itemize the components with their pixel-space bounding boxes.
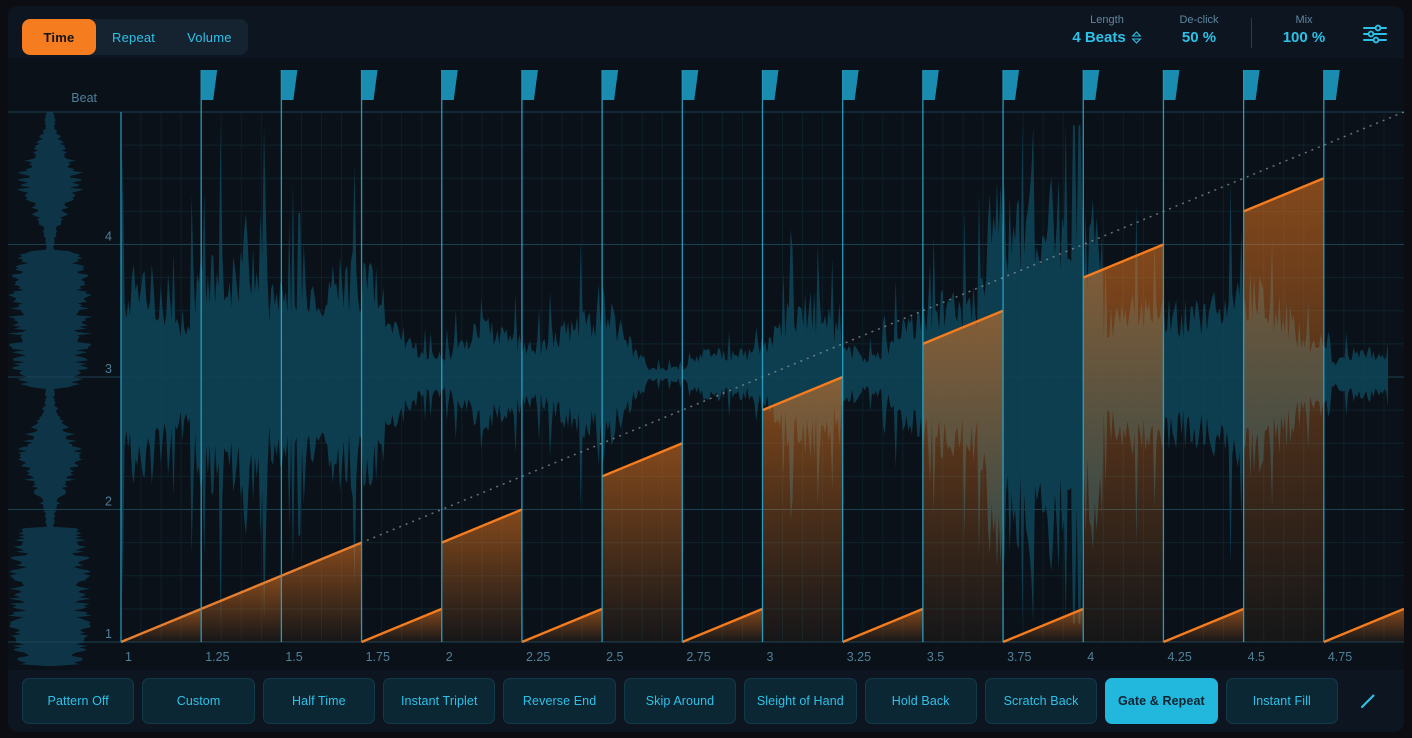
y-axis-title: Beat: [71, 91, 97, 105]
tab-label: Repeat: [112, 29, 156, 45]
tab-time[interactable]: Time: [22, 19, 96, 55]
pencil-glyph: [1360, 694, 1375, 709]
preset-pattern-off[interactable]: Pattern Off: [22, 678, 135, 724]
preset-button-group: Pattern Off Custom Half Time Instant Triple…: [22, 678, 1338, 724]
y-tick-label: 1: [105, 627, 112, 641]
x-tick-label: 1: [125, 650, 132, 664]
preset-skip-around[interactable]: Skip Around: [623, 678, 737, 724]
x-tick-label: 2: [446, 650, 453, 664]
ramp-fill: [762, 377, 843, 642]
y-tick-label: 2: [105, 495, 112, 509]
x-tick-label: 4.75: [1328, 650, 1352, 664]
preset-label: Reverse End: [522, 694, 597, 708]
preset-hold-back[interactable]: Hold Back: [864, 678, 977, 724]
ramp-fill: [922, 310, 1004, 642]
param-declick[interactable]: De-click 50 %: [1153, 14, 1245, 46]
mode-tab-group: Time Repeat Volume: [22, 19, 248, 55]
preset-label: Instant Fill: [1252, 694, 1311, 708]
ramp-fill: [1083, 244, 1164, 642]
param-value: 4 Beats: [1072, 29, 1126, 46]
tab-label: Volume: [187, 29, 232, 45]
tab-volume[interactable]: Volume: [171, 19, 248, 55]
param-value: 100 %: [1282, 29, 1326, 46]
preset-label: Scratch Back: [1003, 694, 1079, 708]
preset-gate-repeat[interactable]: Gate & Repeat: [1105, 678, 1218, 724]
y-tick-label: 3: [105, 362, 112, 376]
sliders-glyph: [1363, 24, 1387, 44]
x-tick-label: 3.75: [1007, 650, 1031, 664]
param-label: De-click: [1179, 14, 1219, 26]
preset-half-time[interactable]: Half Time: [262, 678, 376, 724]
x-tick-label: 2.75: [686, 650, 710, 664]
preset-label: Custom: [176, 694, 221, 708]
y-tick-label: 4: [105, 230, 112, 244]
preset-sleight-of-hand[interactable]: Sleight of Hand: [744, 678, 857, 724]
x-tick-label: 3.5: [927, 650, 944, 664]
param-value-row[interactable]: 50 %: [1182, 29, 1216, 46]
time-map-chart[interactable]: Beat 1 2 3 4 1 1.25 1.5 1.75 2 2.25 2.5 2.75 3 3.25 3.5…: [8, 58, 1404, 670]
x-tick-label: 1.5: [285, 650, 302, 664]
preset-label: Half Time: [292, 694, 346, 708]
x-tick-label: 2.25: [526, 650, 550, 664]
param-value-row[interactable]: 100 %: [1283, 29, 1326, 46]
preset-label: Skip Around: [645, 694, 715, 708]
preset-label: Instant Triplet: [400, 694, 478, 708]
param-value: 50 %: [1181, 29, 1217, 46]
x-tick-label: 1.25: [205, 650, 229, 664]
x-tick-label: 4.5: [1248, 650, 1265, 664]
preset-scratch-back[interactable]: Scratch Back: [984, 678, 1098, 724]
stepper-glyph: [1131, 31, 1142, 44]
preset-label: Hold Back: [891, 694, 950, 708]
x-tick-label: 3: [767, 650, 774, 664]
chart-canvas[interactable]: Beat 1 2 3 4 1 1.25 1.5 1.75 2 2.25 2.5 2.75 3 3.25 3.5…: [8, 58, 1404, 670]
parameter-group: Length 4 Beats De-click 50 % Mix 100 %: [1061, 14, 1392, 54]
preset-label: Pattern Off: [47, 694, 109, 708]
param-value-row[interactable]: 4 Beats: [1072, 29, 1142, 46]
preset-instant-triplet[interactable]: Instant Triplet: [383, 678, 496, 724]
tab-label: Time: [43, 29, 75, 45]
tab-repeat[interactable]: Repeat: [96, 19, 171, 55]
param-length[interactable]: Length 4 Beats: [1061, 14, 1153, 46]
ramp-fill: [602, 443, 683, 642]
param-mix[interactable]: Mix 100 %: [1258, 14, 1350, 46]
time-editor-window: Time Repeat Volume Length 4 Beats De-click 50…: [0, 0, 1412, 738]
stepper-icon[interactable]: [1131, 31, 1142, 44]
x-tick-label: 3.25: [847, 650, 871, 664]
x-tick-label: 2.5: [606, 650, 623, 664]
ramp-fill: [1243, 178, 1324, 642]
param-divider: [1251, 18, 1252, 48]
preset-instant-fill[interactable]: Instant Fill: [1225, 678, 1338, 724]
param-label: Mix: [1295, 14, 1313, 26]
x-tick-label: 1.75: [366, 650, 390, 664]
preset-custom[interactable]: Custom: [142, 678, 255, 724]
preset-reverse-end[interactable]: Reverse End: [503, 678, 616, 724]
x-tick-label: 4.25: [1167, 650, 1191, 664]
x-tick-label: 4: [1087, 650, 1094, 664]
pencil-icon[interactable]: [1346, 678, 1390, 724]
preset-bar: Pattern Off Custom Half Time Instant Triple…: [8, 670, 1404, 732]
sliders-icon[interactable]: [1358, 17, 1392, 51]
preset-label: Sleight of Hand: [756, 694, 844, 708]
param-label: Length: [1090, 14, 1124, 26]
preset-label: Gate & Repeat: [1118, 694, 1205, 708]
toolbar: Time Repeat Volume Length 4 Beats De-click 50…: [8, 6, 1404, 58]
